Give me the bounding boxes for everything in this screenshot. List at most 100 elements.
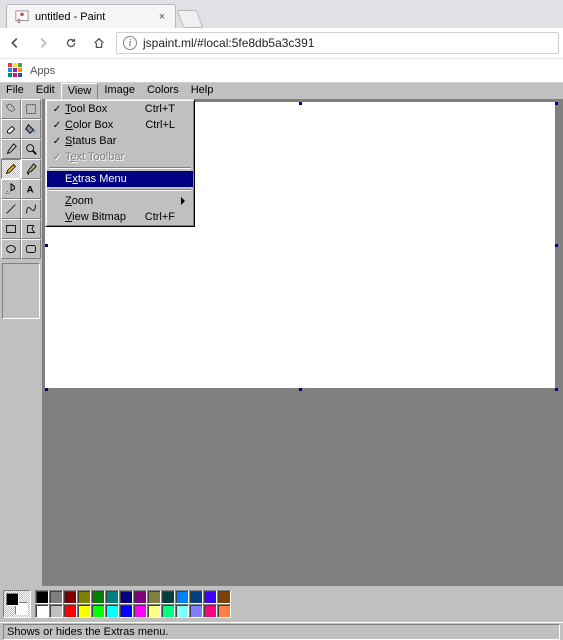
menu-separator bbox=[49, 167, 191, 169]
fgbg-swatch[interactable] bbox=[3, 590, 31, 618]
color-swatch[interactable] bbox=[175, 590, 189, 604]
menu-bar: File Edit View Image Colors Help bbox=[0, 83, 563, 99]
color-swatch[interactable] bbox=[35, 604, 49, 618]
color-swatch[interactable] bbox=[189, 604, 203, 618]
menu-item-view-bitmap[interactable]: View Bitmap Ctrl+F bbox=[47, 209, 193, 225]
svg-text:A: A bbox=[27, 185, 34, 196]
apps-label[interactable]: Apps bbox=[30, 65, 55, 77]
color-swatch[interactable] bbox=[119, 604, 133, 618]
resize-handle[interactable] bbox=[555, 388, 558, 391]
new-tab-button[interactable] bbox=[177, 10, 204, 28]
menu-colors[interactable]: Colors bbox=[141, 83, 185, 99]
airbrush-tool[interactable] bbox=[1, 179, 21, 199]
work-area: A bbox=[0, 99, 563, 586]
menu-item-zoom[interactable]: Zoom bbox=[47, 193, 193, 209]
menu-separator bbox=[49, 189, 191, 191]
resize-handle[interactable] bbox=[299, 102, 302, 105]
color-swatch[interactable] bbox=[147, 590, 161, 604]
tab-strip: untitled - Paint × bbox=[0, 0, 563, 28]
browser-tab[interactable]: untitled - Paint × bbox=[6, 4, 176, 28]
resize-handle[interactable] bbox=[555, 244, 558, 247]
color-swatch[interactable] bbox=[203, 590, 217, 604]
color-swatch[interactable] bbox=[217, 604, 231, 618]
color-swatch[interactable] bbox=[77, 604, 91, 618]
color-swatch[interactable] bbox=[77, 590, 91, 604]
color-swatch[interactable] bbox=[49, 604, 63, 618]
fill-tool[interactable] bbox=[21, 119, 41, 139]
back-button[interactable] bbox=[4, 32, 26, 54]
bookmarks-bar: Apps bbox=[0, 58, 563, 82]
status-bar: Shows or hides the Extras menu. bbox=[0, 622, 563, 640]
paint-app: File Edit View Image Colors Help A bbox=[0, 83, 563, 640]
color-palette bbox=[35, 590, 231, 618]
color-swatch[interactable] bbox=[63, 590, 77, 604]
rectangle-tool[interactable] bbox=[1, 219, 21, 239]
pencil-tool[interactable] bbox=[1, 159, 21, 179]
check-icon: ✓ bbox=[51, 136, 63, 147]
home-button[interactable] bbox=[88, 32, 110, 54]
site-info-icon[interactable]: i bbox=[123, 36, 137, 50]
menu-image[interactable]: Image bbox=[98, 83, 141, 99]
menu-edit[interactable]: Edit bbox=[30, 83, 61, 99]
curve-tool[interactable] bbox=[21, 199, 41, 219]
menu-item-tool-box[interactable]: ✓ Tool Box Ctrl+T bbox=[47, 101, 193, 117]
brush-tool[interactable] bbox=[21, 159, 41, 179]
color-swatch[interactable] bbox=[161, 590, 175, 604]
color-swatch[interactable] bbox=[119, 590, 133, 604]
check-icon: ✓ bbox=[51, 152, 63, 163]
tool-options[interactable] bbox=[2, 263, 40, 319]
ellipse-tool[interactable] bbox=[1, 239, 21, 259]
color-swatch[interactable] bbox=[91, 590, 105, 604]
reload-button[interactable] bbox=[60, 32, 82, 54]
line-tool[interactable] bbox=[1, 199, 21, 219]
color-swatch[interactable] bbox=[49, 590, 63, 604]
color-swatch[interactable] bbox=[63, 604, 77, 618]
menu-item-extras-menu[interactable]: Extras Menu bbox=[47, 171, 193, 187]
eraser-tool[interactable] bbox=[1, 119, 21, 139]
menu-help[interactable]: Help bbox=[185, 83, 220, 99]
select-tool[interactable] bbox=[21, 99, 41, 119]
color-swatch[interactable] bbox=[133, 604, 147, 618]
polygon-tool[interactable] bbox=[21, 219, 41, 239]
color-box bbox=[0, 586, 563, 622]
color-swatch[interactable] bbox=[189, 590, 203, 604]
menu-item-color-box[interactable]: ✓ Color Box Ctrl+L bbox=[47, 117, 193, 133]
text-tool[interactable]: A bbox=[21, 179, 41, 199]
color-swatch[interactable] bbox=[35, 590, 49, 604]
resize-handle[interactable] bbox=[45, 388, 48, 391]
paint-favicon bbox=[15, 10, 29, 24]
browser-chrome: untitled - Paint × i jspaint.ml/#local:5… bbox=[0, 0, 563, 83]
check-icon: ✓ bbox=[51, 120, 63, 131]
pick-color-tool[interactable] bbox=[1, 139, 21, 159]
resize-handle[interactable] bbox=[45, 244, 48, 247]
color-swatch[interactable] bbox=[147, 604, 161, 618]
tab-title: untitled - Paint bbox=[35, 11, 151, 23]
status-text: Shows or hides the Extras menu. bbox=[3, 624, 560, 640]
foreground-color[interactable] bbox=[6, 593, 19, 606]
menu-item-status-bar[interactable]: ✓ Status Bar bbox=[47, 133, 193, 149]
menu-view[interactable]: View bbox=[61, 83, 99, 99]
color-swatch[interactable] bbox=[203, 604, 217, 618]
close-icon[interactable]: × bbox=[157, 11, 167, 23]
magnifier-tool[interactable] bbox=[21, 139, 41, 159]
color-swatch[interactable] bbox=[175, 604, 189, 618]
menu-item-text-toolbar: ✓ Text Toolbar bbox=[47, 149, 193, 165]
color-swatch[interactable] bbox=[105, 604, 119, 618]
resize-handle[interactable] bbox=[555, 102, 558, 105]
address-bar[interactable]: i jspaint.ml/#local:5fe8db5a3c391 bbox=[116, 32, 559, 54]
toolbox: A bbox=[0, 99, 42, 586]
url-text: jspaint.ml/#local:5fe8db5a3c391 bbox=[143, 36, 552, 50]
color-swatch[interactable] bbox=[91, 604, 105, 618]
view-menu-dropdown: ✓ Tool Box Ctrl+T ✓ Color Box Ctrl+L ✓ S… bbox=[45, 99, 195, 227]
color-swatch[interactable] bbox=[105, 590, 119, 604]
menu-file[interactable]: File bbox=[0, 83, 30, 99]
free-form-select-tool[interactable] bbox=[1, 99, 21, 119]
forward-button[interactable] bbox=[32, 32, 54, 54]
rounded-rectangle-tool[interactable] bbox=[21, 239, 41, 259]
color-swatch[interactable] bbox=[161, 604, 175, 618]
nav-toolbar: i jspaint.ml/#local:5fe8db5a3c391 bbox=[0, 28, 563, 58]
apps-icon[interactable] bbox=[8, 63, 24, 79]
color-swatch[interactable] bbox=[217, 590, 231, 604]
color-swatch[interactable] bbox=[133, 590, 147, 604]
resize-handle[interactable] bbox=[299, 388, 302, 391]
